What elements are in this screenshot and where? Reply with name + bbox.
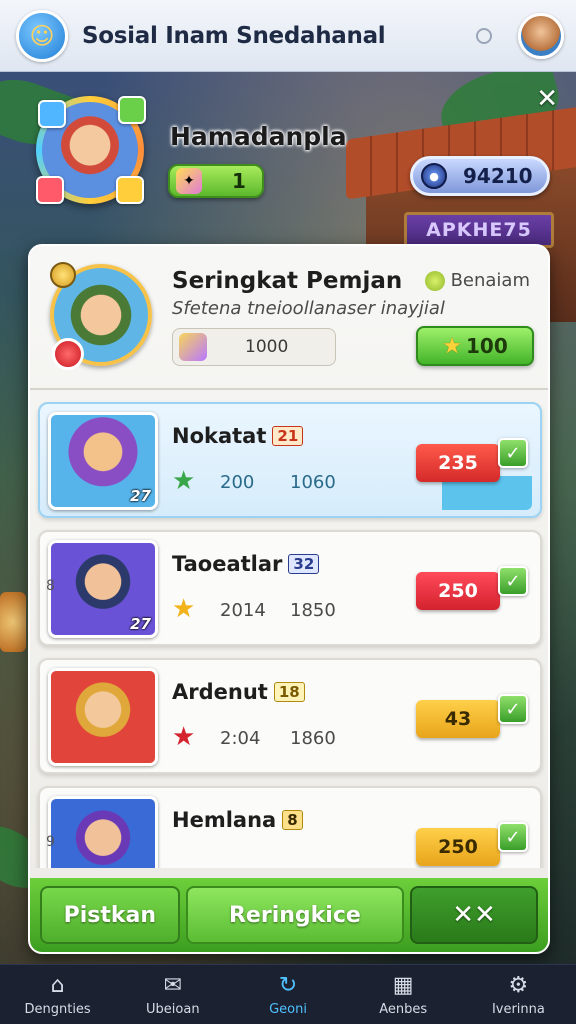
nav-item-inbox[interactable]: ✉ Ubeioan <box>115 965 230 1024</box>
checkmark-icon[interactable]: ✓ <box>498 438 528 468</box>
row-name-label: Ardenut <box>172 680 268 704</box>
row-value-1: 2:04 <box>220 728 261 749</box>
row-name-label: Nokatat <box>172 424 267 448</box>
checkmark-icon[interactable]: ✓ <box>498 822 528 852</box>
character-card <box>48 668 158 766</box>
nav-item-calendar[interactable]: ▦ Aenbes <box>346 965 461 1024</box>
tag-icon <box>424 270 445 291</box>
star-icon: ★ <box>172 722 196 752</box>
panel-subtitle: Sfetena tneioollanaser inayjial <box>172 298 445 319</box>
bottom-nav: ⌂ Dengnties ✉ Ubeioan ↻ Geoni ▦ Aenbes ⚙… <box>0 964 576 1024</box>
close-icon[interactable]: ✕ <box>536 86 558 112</box>
character-card <box>48 796 158 868</box>
nav-item-geoni[interactable]: ↻ Geoni <box>230 965 345 1024</box>
inbox-icon: ✉ <box>163 973 183 998</box>
pistkan-button[interactable]: Pistkan <box>40 886 180 944</box>
score-value: 1000 <box>245 337 289 357</box>
nav-label: Ubeioan <box>146 1001 200 1017</box>
row-action-button[interactable]: 235 <box>416 444 500 482</box>
star-icon: ★ <box>172 594 196 624</box>
player-name: Hamadanpla <box>170 122 347 151</box>
checkmark-icon[interactable]: ✓ <box>498 694 528 724</box>
list-item[interactable]: 27 Nokatat 21 ★ 200 1060 235 ✓ <box>38 402 542 518</box>
rank-badge: 8 <box>282 810 303 830</box>
status-dot-icon <box>476 27 492 44</box>
level-pill[interactable]: ✦ 1 <box>168 164 264 198</box>
calendar-icon: ▦ <box>392 973 414 998</box>
row-value-2: 1060 <box>290 472 336 493</box>
coin-icon <box>50 262 76 288</box>
panel-header: Seringkat Pemjan Benaiam Sfetena tneiool… <box>30 246 548 390</box>
panel-tag[interactable]: Benaiam <box>424 270 530 291</box>
nav-label: Geoni <box>269 1001 307 1017</box>
rank-badge: 32 <box>288 554 320 574</box>
card-number: 27 <box>130 487 151 505</box>
player-list: 27 Nokatat 21 ★ 200 1060 235 ✓ 27 8 Taoea… <box>30 398 548 868</box>
rank-badge: 18 <box>273 682 305 702</box>
nav-label: Iverinna <box>491 1001 545 1017</box>
list-item[interactable]: Ardenut 18 ★ 2:04 1860 43 ✓ <box>38 658 542 774</box>
character-card: 27 <box>48 412 158 510</box>
coins-pill[interactable]: ● 94210 <box>410 156 550 196</box>
refresh-icon: ↻ <box>278 973 298 998</box>
character-card: 27 <box>48 540 158 638</box>
gift-icon <box>179 333 207 361</box>
coin-icon: ● <box>421 163 447 189</box>
side-number: 8 <box>46 578 55 594</box>
list-item[interactable]: 27 8 Taoeatlar 32 ★ 2014 1850 250 ✓ <box>38 530 542 646</box>
row-action-button[interactable]: 43 <box>416 700 500 738</box>
leaderboard-panel: Seringkat Pemjan Benaiam Sfetena tneiool… <box>28 244 550 954</box>
card-number: 27 <box>130 615 151 633</box>
badge-icon <box>118 96 146 124</box>
row-name: Taoeatlar 32 <box>172 552 320 576</box>
side-number: 9 <box>46 834 55 850</box>
app-title: Sosial Inam Snedahanal <box>82 22 386 49</box>
nav-item-settings[interactable]: ⚙ Iverinna <box>461 965 576 1024</box>
panel-tag-label: Benaiam <box>450 270 530 291</box>
gear-icon: ⚙ <box>508 973 529 998</box>
score-field[interactable]: 1000 <box>172 328 336 366</box>
cross-swords-button[interactable]: ✕✕ <box>410 886 538 944</box>
row-value-2: 1860 <box>290 728 336 749</box>
row-name: Hemlana 8 <box>172 808 303 832</box>
row-action-button[interactable]: 250 <box>416 572 500 610</box>
coins-value: 94210 <box>463 164 533 188</box>
row-name-label: Taoeatlar <box>172 552 283 576</box>
star-icon: ★ <box>172 466 196 496</box>
nav-label: Aenbes <box>379 1001 428 1017</box>
row-action-button[interactable]: 250 <box>416 828 500 866</box>
row-value-1: 200 <box>220 472 255 493</box>
badge-icon <box>116 176 144 204</box>
badge-icon <box>36 176 64 204</box>
badge-icon <box>38 100 66 128</box>
reward-value: 100 <box>465 334 508 358</box>
row-name: Nokatat 21 <box>172 424 304 448</box>
reringkice-button[interactable]: Reringkice <box>185 886 405 944</box>
nav-item-home[interactable]: ⌂ Dengnties <box>0 965 115 1024</box>
row-value-2: 1850 <box>290 600 336 621</box>
action-bar: Pistkan Reringkice ✕✕ <box>30 878 548 952</box>
shop-sign: APKHE75 <box>404 212 554 248</box>
row-name: Ardenut 18 <box>172 680 305 704</box>
record-badge-icon <box>52 338 84 370</box>
rank-badge: 21 <box>272 426 304 446</box>
smiley-face-icon[interactable]: ☺ <box>16 9 68 62</box>
list-item[interactable]: 9 Hemlana 8 250 ✓ <box>38 786 542 868</box>
profile-avatar-icon[interactable] <box>518 12 564 59</box>
panel-title: Seringkat Pemjan <box>172 268 403 294</box>
row-name-label: Hemlana <box>172 808 277 832</box>
reward-button[interactable]: ★ 100 <box>416 326 534 366</box>
star-icon: ★ <box>442 333 462 359</box>
checkmark-icon[interactable]: ✓ <box>498 566 528 596</box>
home-icon: ⌂ <box>50 973 65 998</box>
level-value: 1 <box>232 169 246 193</box>
nav-label: Dengnties <box>24 1001 91 1017</box>
row-value-1: 2014 <box>220 600 266 621</box>
lantern-decoration <box>0 592 26 652</box>
top-app-bar: ☺ Sosial Inam Snedahanal <box>0 0 576 72</box>
level-icon: ✦ <box>176 168 202 194</box>
